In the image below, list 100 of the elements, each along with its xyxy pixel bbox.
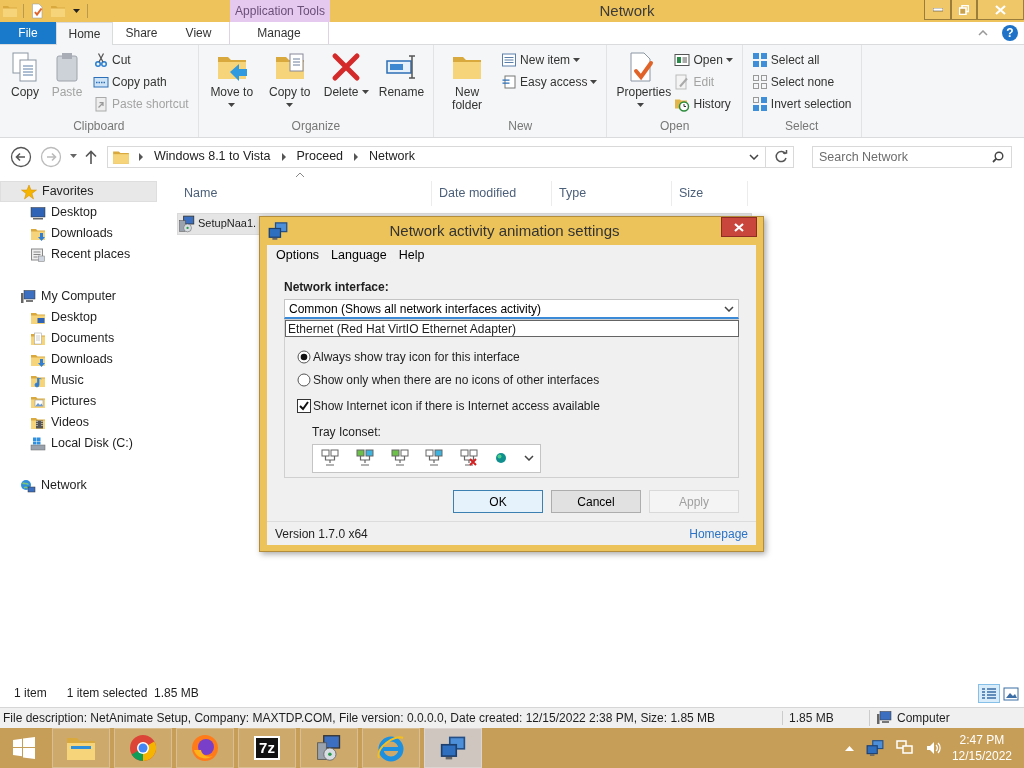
up-button[interactable] [83,149,99,164]
nav-label: Favorites [42,184,94,199]
option-label: Show Internet icon if there is Internet access available [313,398,600,414]
monitors-icon [440,735,466,761]
iconset-dropdown[interactable] [312,443,541,473]
option-label: Show only when there are no icons of other interfaces [313,372,600,388]
dialog-button[interactable]: OK [453,490,543,514]
minimize-icon [932,7,943,12]
ribbon-tab[interactable]: View [170,22,227,44]
nav-item[interactable]: Desktop [0,202,157,223]
taskbar-app-button[interactable]: 7z [238,728,296,768]
address-bar[interactable]: Windows 8.1 to Vista Proceed Network [107,145,794,168]
network-tray-icon [895,740,914,756]
caret-icon [523,455,534,462]
column-header[interactable]: Size [672,181,748,206]
chevron-icon[interactable] [353,152,360,161]
restore-icon [959,4,969,15]
dropdown-option[interactable]: Ethernet (Red Hat VirtIO Ethernet Adapter) [288,321,516,337]
taskbar-app-button[interactable] [114,728,172,768]
ribbon-button[interactable]: Easy access [498,71,601,93]
restore-button[interactable] [951,0,977,20]
menu-item[interactable]: Options [270,247,326,264]
ribbon-button[interactable]: Open [671,49,736,71]
window-icon [674,52,691,68]
customize-button[interactable] [71,8,82,14]
column-header[interactable]: Name [177,181,432,206]
nav-item[interactable]: Downloads [0,223,157,244]
caret-icon [573,57,581,63]
monitor-icon [30,204,46,221]
nav-label: Local Disk (C:) [51,436,133,451]
ribbon-tab[interactable]: File [0,22,56,44]
chevron-icon[interactable] [138,152,144,161]
grid-icon [751,52,768,68]
breadcrumb-item[interactable]: Proceed [294,149,346,164]
taskbar-app-button[interactable] [424,728,482,768]
tray-icon[interactable] [863,739,886,757]
chevron-icon[interactable] [280,152,287,161]
group-label: New [507,118,534,135]
breadcrumb-item[interactable]: Network [367,149,417,164]
ribbon-tab[interactable]: Share [113,22,170,44]
taskbar-app-button[interactable] [176,728,234,768]
column-header[interactable]: Date modified [432,181,552,206]
menu-item[interactable]: Language [325,247,393,264]
nav-item[interactable]: My Computer [0,286,157,307]
view-button[interactable] [978,684,1000,703]
nav-item[interactable]: Network [0,475,157,496]
recent-locations-button[interactable] [68,154,79,159]
radio-button[interactable] [297,349,311,364]
ribbon-button[interactable]: Cut [90,49,192,71]
nav-item[interactable]: Desktop [0,307,157,328]
ribbon-button[interactable]: Invert selection [748,93,855,115]
forward-icon [40,145,62,168]
nav-item[interactable]: Pictures [0,391,157,412]
back-button[interactable] [8,145,34,168]
tray-icon[interactable] [893,740,916,756]
ribbon-button[interactable]: Select all [748,49,855,71]
ribbon-button[interactable]: Copy path [90,71,192,93]
close-button[interactable] [721,217,757,237]
field-label: Tray Iconset: [312,425,381,440]
ribbon-button[interactable]: Select none [748,71,855,93]
radio-button[interactable] [297,372,311,387]
ribbon-button[interactable]: New folder [440,49,495,119]
homepage-link[interactable]: Homepage [689,526,748,542]
group-label: Clipboard [72,118,126,135]
nav-item[interactable]: Recent places [0,244,157,265]
ribbon-button[interactable]: Copy to [262,49,317,119]
show-hidden-icons-button[interactable] [842,745,856,751]
nav-item[interactable]: Downloads [0,349,157,370]
nav-item[interactable]: Music [0,370,157,391]
tray-monitors-icon [425,449,444,468]
search-field[interactable]: Search Network [812,145,1012,168]
ribbon-button[interactable]: History [671,93,736,115]
address-dropdown-button[interactable] [747,153,761,160]
computer-icon [20,288,36,305]
ribbon-button[interactable]: Move to [204,49,259,119]
ribbon-button[interactable]: Delete [320,49,372,119]
close-button[interactable] [977,0,1024,20]
ribbon-tab[interactable]: Home [56,22,113,45]
menu-item[interactable]: Help [392,247,431,264]
file-size: 1.85 MB [782,710,869,726]
interface-dropdown[interactable]: Common (Shows all network interfaces activity) [284,299,739,320]
taskbar-app-button[interactable] [300,728,358,768]
breadcrumb-item[interactable]: Windows 8.1 to Vista [152,149,273,164]
view-button[interactable] [1000,684,1022,703]
nav-item[interactable]: Favorites [0,181,157,202]
checkbox[interactable] [297,398,311,413]
ribbon-button[interactable]: Rename [375,49,428,119]
column-header[interactable]: Type [552,181,672,206]
option-label: Always show tray icon for this interface [313,349,520,365]
dialog-button[interactable]: Cancel [551,490,641,514]
ribbon-button[interactable]: New item [498,49,601,71]
nav-item[interactable]: Videos [0,412,157,433]
folder-icon [50,3,66,19]
ribbon-button[interactable]: Copy [6,49,44,119]
nav-item[interactable]: Documents [0,328,157,349]
nav-label: Desktop [51,205,97,220]
nav-item[interactable]: Local Disk (C:) [0,433,157,454]
minimize-button[interactable] [924,0,951,20]
recent-places-icon [30,246,46,263]
ribbon-tab[interactable]: Manage [229,22,329,44]
